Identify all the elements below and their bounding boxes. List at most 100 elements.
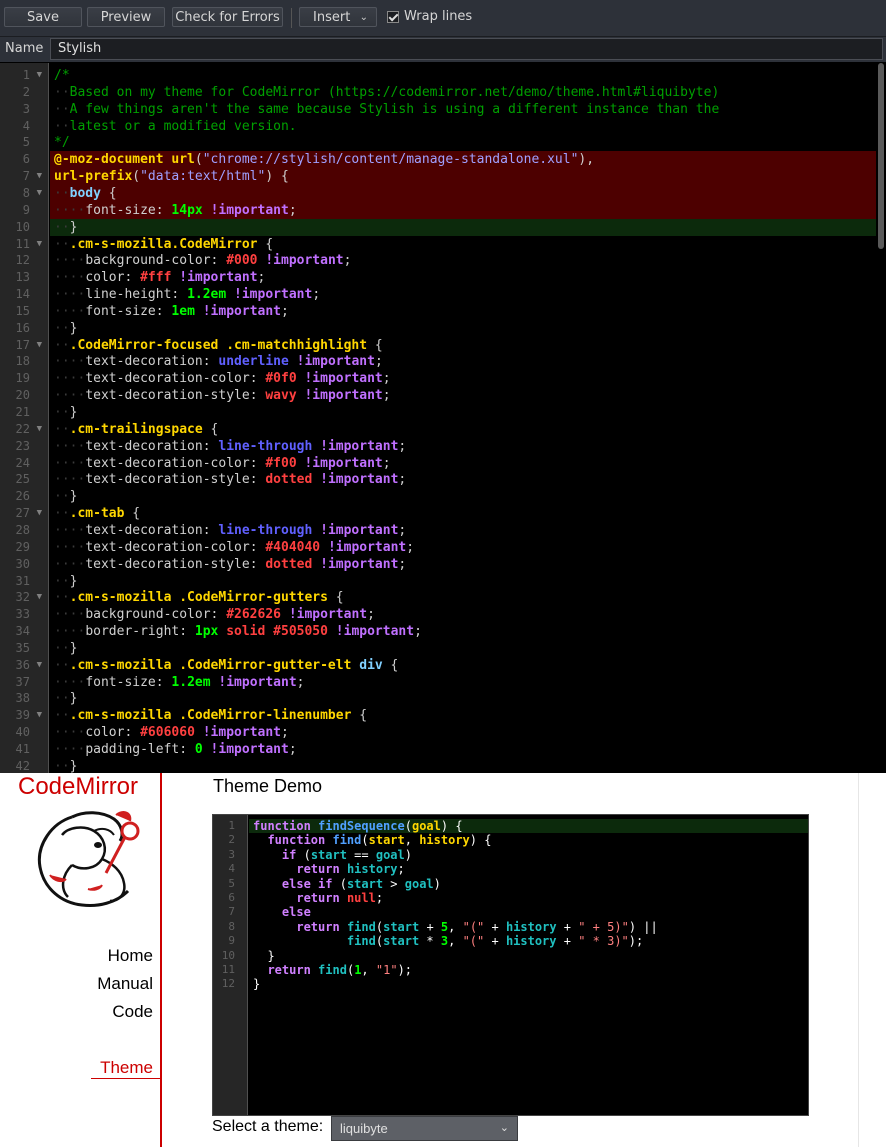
fold-arrow-icon[interactable]: ▼: [37, 236, 42, 253]
fold-arrow-icon[interactable]: ▼: [37, 589, 42, 606]
demo-code-token: start: [368, 833, 405, 848]
check-errors-button[interactable]: Check for Errors: [172, 7, 283, 27]
demo-code-line[interactable]: if (start == goal): [249, 847, 808, 862]
code-line[interactable]: ··.cm-s-mozilla .CodeMirror-linenumber {: [50, 707, 876, 724]
theme-select[interactable]: liquibyte ⌄: [331, 1116, 518, 1141]
demo-code-line[interactable]: }: [249, 977, 808, 991]
save-button[interactable]: Save: [4, 7, 82, 27]
code-line[interactable]: ··}: [50, 640, 876, 657]
code-token: 1em: [171, 303, 195, 319]
code-line[interactable]: ····color: #606060 !important;: [50, 724, 876, 741]
line-number-text: 27: [15, 506, 30, 521]
code-line[interactable]: ····text-decoration-style: dotted !impor…: [50, 471, 876, 488]
code-line[interactable]: ··.cm-trailingspace {: [50, 421, 876, 438]
code-line[interactable]: ··.cm-tab {: [50, 505, 876, 522]
code-line[interactable]: ··}: [50, 573, 876, 590]
preview-button[interactable]: Preview: [87, 7, 165, 27]
fold-arrow-icon[interactable]: ▼: [37, 185, 42, 202]
code-line[interactable]: ··body {: [50, 184, 876, 202]
code-line[interactable]: ····line-height: 1.2em !important;: [50, 286, 876, 303]
nav-theme-underline: [91, 1078, 160, 1079]
demo-code-line[interactable]: return null;: [249, 891, 808, 905]
code-line[interactable]: url-prefix("data:text/html") {: [50, 168, 876, 186]
nav-home[interactable]: Home: [108, 946, 153, 966]
fold-arrow-icon[interactable]: ▼: [37, 421, 42, 438]
code-line[interactable]: ··latest or a modified version.: [50, 118, 876, 135]
code-line[interactable]: ····background-color: #262626 !important…: [50, 606, 876, 623]
code-line[interactable]: /*: [50, 67, 876, 84]
code-token: ;: [382, 388, 391, 404]
code-line[interactable]: ····padding-left: 0 !important;: [50, 741, 876, 758]
code-line[interactable]: */: [50, 134, 876, 151]
wrap-lines-label[interactable]: Wrap lines: [404, 9, 472, 24]
demo-code-line[interactable]: else: [249, 905, 808, 919]
fold-arrow-icon[interactable]: ▼: [37, 337, 42, 354]
demo-code-line[interactable]: }: [249, 949, 808, 963]
code-token: text-decoration-style: [85, 556, 250, 572]
insert-button[interactable]: Insert ⌄: [299, 7, 377, 27]
fold-arrow-icon[interactable]: ▼: [37, 67, 42, 84]
code-token: :: [249, 539, 266, 555]
demo-editor[interactable]: 1 2 3 4 5 6 7 8 9 10 11 12 function findSequence(go…: [212, 814, 809, 1116]
line-number: 20: [0, 387, 48, 404]
demo-code-line[interactable]: return find(1, "1");: [249, 963, 808, 977]
code-line[interactable]: ····color: #fff !important;: [50, 269, 876, 286]
nav-theme[interactable]: Theme: [100, 1058, 153, 1078]
fold-arrow-icon[interactable]: ▼: [37, 707, 42, 724]
demo-code-token: goal: [375, 847, 405, 862]
nav-manual[interactable]: Manual: [97, 974, 153, 994]
editor-scrollbar[interactable]: [878, 63, 884, 249]
fold-arrow-icon[interactable]: ▼: [37, 168, 42, 185]
demo-code-line[interactable]: find(start * 3, "(" + history + " * 3)")…: [249, 934, 808, 948]
demo-code-line[interactable]: return history;: [249, 862, 808, 876]
demo-line-number: 8: [228, 919, 235, 933]
wrap-lines-checkbox[interactable]: [387, 11, 399, 23]
demo-code-line[interactable]: else if (start > goal): [249, 877, 808, 891]
code-token: ;: [288, 742, 297, 757]
code-token: ····: [54, 522, 86, 538]
demo-code-line[interactable]: function find(start, history) {: [249, 833, 808, 848]
code-token: !important: [234, 287, 313, 303]
code-line[interactable]: ····font-size: 1em !important;: [50, 303, 876, 320]
code-line[interactable]: @-moz-document url("chrome://stylish/con…: [50, 151, 876, 169]
code-token: */: [54, 135, 70, 151]
code-line[interactable]: ··.cm-s-mozilla .CodeMirror-gutters {: [50, 589, 876, 606]
code-token: }: [69, 758, 78, 773]
code-line[interactable]: ····text-decoration: line-through !impor…: [50, 438, 876, 455]
line-number: 19: [0, 370, 48, 387]
code-line[interactable]: ··}: [50, 320, 876, 337]
code-line[interactable]: ··Based on my theme for CodeMirror (http…: [50, 84, 876, 101]
code-line[interactable]: ··}: [50, 404, 876, 421]
fold-arrow-icon[interactable]: ▼: [37, 657, 42, 674]
code-line[interactable]: ····text-decoration-color: #404040 !impo…: [50, 539, 876, 556]
code-token: :: [249, 455, 266, 471]
fold-arrow-icon[interactable]: ▼: [37, 505, 42, 522]
code-line[interactable]: ····text-decoration-style: wavy !importa…: [50, 387, 876, 404]
code-line[interactable]: ····background-color: #000 !important;: [50, 252, 876, 269]
code-line[interactable]: ····text-decoration-style: dotted !impor…: [50, 556, 876, 573]
code-line[interactable]: ····text-decoration: underline !importan…: [50, 353, 876, 370]
code-editor[interactable]: 1 ▼ 2 3 4 5 6 7 ▼ 8 ▼ 9 10 11 ▼ 12 13 14 15 16 17 ▼ 18 19 20 21 22…: [0, 63, 886, 773]
code-line[interactable]: ··}: [50, 218, 876, 236]
code-line[interactable]: ····text-decoration: line-through !impor…: [50, 522, 876, 539]
code-line[interactable]: ····border-right: 1px solid #505050 !imp…: [50, 623, 876, 640]
code-line[interactable]: ····text-decoration-color: #0f0 !importa…: [50, 370, 876, 387]
code-line[interactable]: ··}: [50, 690, 876, 707]
nav-code[interactable]: Code: [112, 1002, 153, 1022]
code-token: 0: [194, 742, 203, 757]
code-line[interactable]: ··}: [50, 488, 876, 505]
code-line[interactable]: ··.cm-s-mozilla .CodeMirror-gutter-elt d…: [50, 657, 876, 674]
demo-code-line[interactable]: return find(start + 5, "(" + history + "…: [249, 920, 808, 934]
code-line[interactable]: ····font-size: 14px !important;: [50, 201, 876, 219]
code-line[interactable]: ··.CodeMirror-focused .cm-matchhighlight…: [50, 337, 876, 354]
code-line[interactable]: ··A few things aren't the same because S…: [50, 101, 876, 118]
demo-code-line[interactable]: function findSequence(goal) {: [249, 819, 808, 834]
code-line[interactable]: ····text-decoration-color: #f00 !importa…: [50, 455, 876, 472]
page-title: Theme Demo: [213, 776, 323, 796]
name-input[interactable]: Stylish: [50, 38, 883, 60]
code-line[interactable]: ··.cm-s-mozilla.CodeMirror {: [50, 236, 876, 253]
code-line[interactable]: ····font-size: 1.2em !important;: [50, 674, 876, 691]
code-line[interactable]: ··}: [50, 758, 876, 773]
